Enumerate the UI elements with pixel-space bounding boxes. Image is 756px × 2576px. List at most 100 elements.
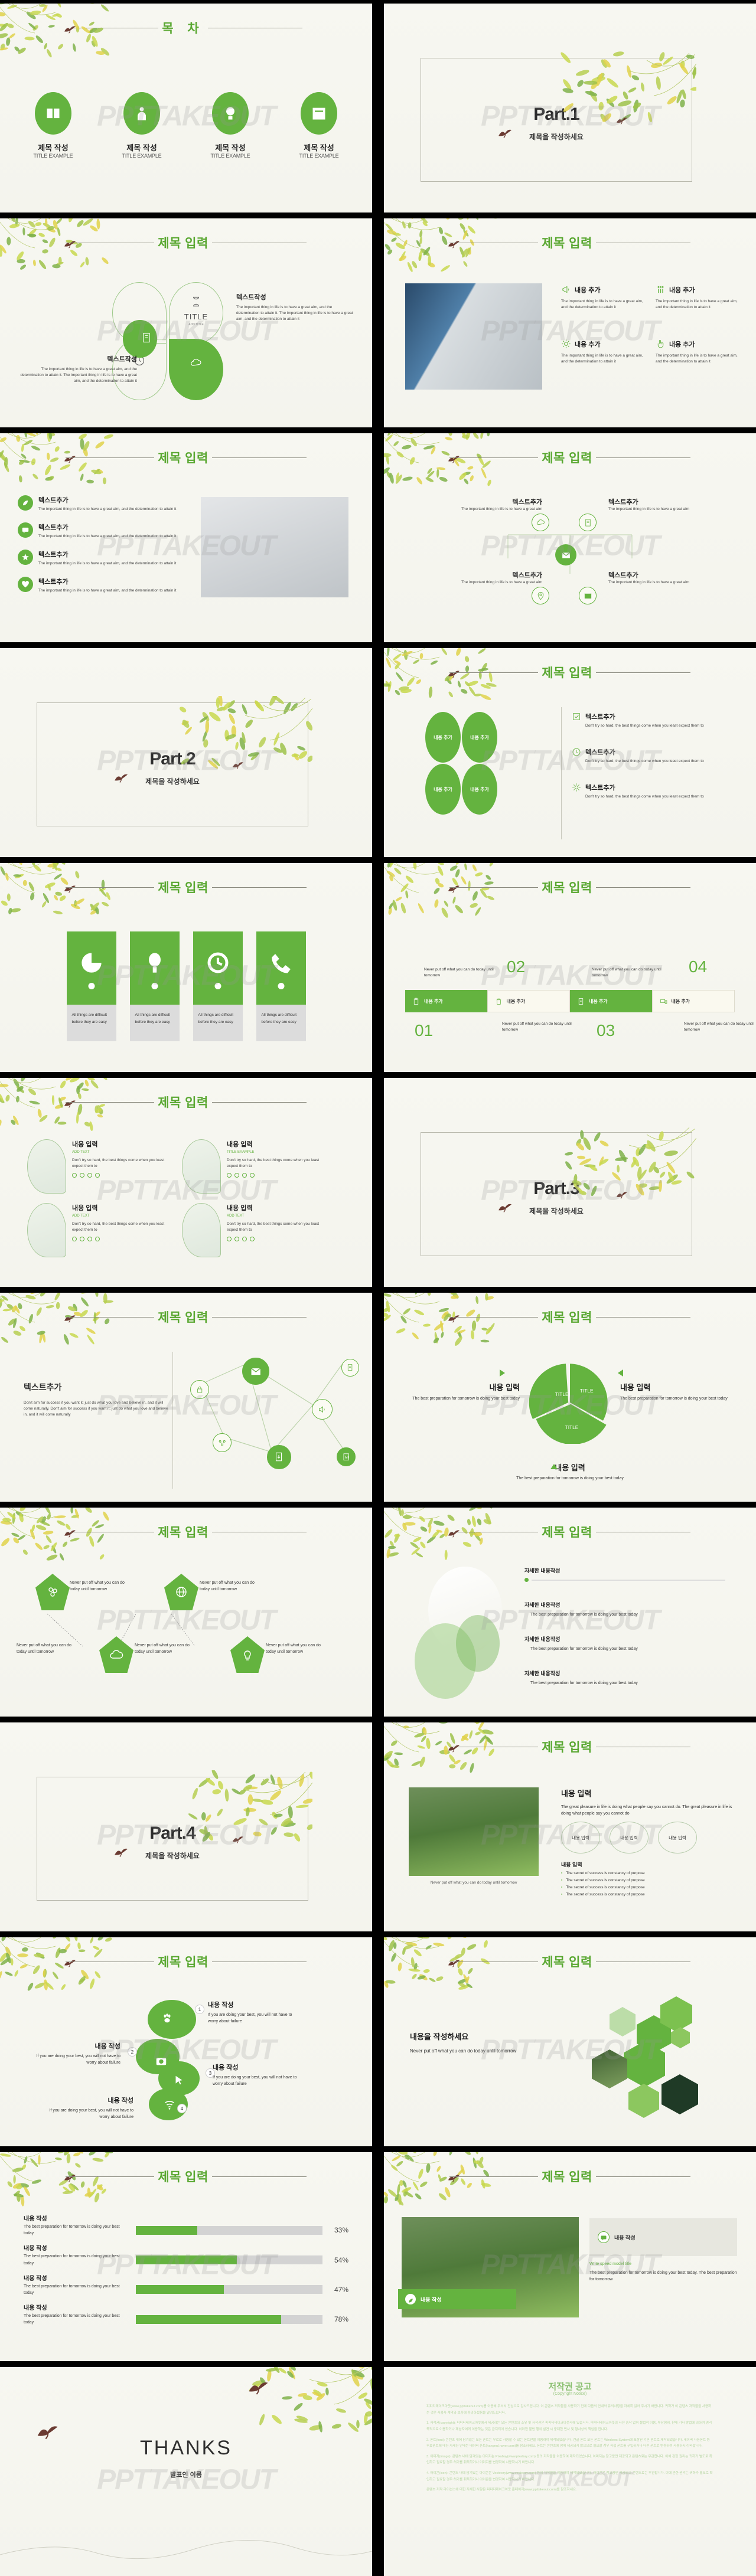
slide-9[interactable]: 제목 입력All things are difficult before the… [0, 863, 372, 1072]
part-number: Part.3 [421, 1179, 692, 1199]
legend-item[interactable]: 텍스트추가Don't try so hard, the best things … [572, 783, 737, 800]
list-item[interactable]: 텍스트추가The important thing in life is to h… [18, 495, 189, 512]
part-frame: Part.4제목을 작성하세요 [37, 1777, 308, 1901]
title-rule-left [449, 457, 538, 458]
mail-icon[interactable] [242, 1358, 269, 1385]
icon-card[interactable]: All things are difficult before they are… [130, 931, 180, 1041]
legend-item[interactable]: 텍스트추가Don't try so hard, the best things … [572, 712, 737, 729]
segment[interactable]: 내용 추가 [487, 990, 571, 1012]
detail-item[interactable]: 자세한 내용작성The best preparation for tomorro… [524, 1601, 725, 1618]
hexagon-cell[interactable] [662, 2074, 698, 2114]
org-item[interactable]: 텍스트추가The important thing in life is to h… [454, 497, 542, 512]
slide-title-bar: 목 차 [0, 19, 372, 37]
icon-card[interactable]: All things are difficult before they are… [193, 931, 243, 1041]
download-icon[interactable] [267, 1445, 291, 1469]
icon-card-body: All things are difficult before they are… [193, 1005, 243, 1041]
slide-14[interactable]: 제목 입력TITLETITLETITLE내용 입력The best prepar… [384, 1293, 756, 1502]
icon-card[interactable]: All things are difficult before they are… [256, 931, 306, 1041]
page-title: 제목 입력 [154, 1523, 212, 1541]
slide-8[interactable]: 제목 입력내용 추가내용 추가내용 추가내용 추가텍스트추가Don't try … [384, 648, 756, 857]
hexagon-cell[interactable] [610, 2007, 636, 2036]
clipboard-person-icon [123, 92, 160, 135]
slide-19[interactable]: 제목 입력1내용 작성If you are doing your best, y… [0, 1937, 372, 2146]
org-item[interactable]: 텍스트추가The important thing in life is to h… [608, 570, 697, 586]
slide-7[interactable]: Part.2제목을 작성하세요PPTTAKEOUT [0, 648, 372, 857]
photo-card[interactable]: 내용 입력ADD TEXTDon't try so hard, the best… [182, 1203, 330, 1257]
slide-4[interactable]: 제목 입력내용 추가The important thing in life is… [384, 218, 756, 427]
slide-18[interactable]: 제목 입력Never put off what you can do today… [384, 1722, 756, 1931]
page-title: 제목 입력 [538, 1738, 596, 1756]
segment[interactable]: 내용 추가 [652, 990, 735, 1012]
photo-card[interactable]: 내용 입력ADD TEXTDon't try so hard, the best… [27, 1203, 175, 1257]
slide-6[interactable]: 제목 입력텍스트추가The important thing in life is… [384, 433, 756, 642]
petal-4[interactable] [169, 339, 223, 400]
slide-23[interactable]: THANKS발표인 이름PPTTAKEOUT [0, 2367, 372, 2576]
feature-item[interactable]: 내용 추가The important thing in life is to h… [561, 285, 650, 310]
slide-13[interactable]: 제목 입력텍스트추가Don't aim for success if you w… [0, 1293, 372, 1502]
org-item[interactable]: 텍스트추가The important thing in life is to h… [454, 570, 542, 586]
detail-item[interactable]: 자세한 내용작성The best preparation for tomorro… [524, 1635, 725, 1652]
feature-item[interactable]: 내용 추가The important thing in life is to h… [656, 285, 744, 310]
list-item[interactable]: 텍스트추가The important thing in life is to h… [18, 577, 189, 594]
slide-22[interactable]: 제목 입력내용 작성내용 작성Write speed model titleTh… [384, 2152, 756, 2361]
circle-node[interactable]: 내용 추가 [425, 712, 461, 763]
org-item[interactable]: 텍스트추가The important thing in life is to h… [608, 497, 697, 512]
slide-5[interactable]: 제목 입력텍스트추가The important thing in life is… [0, 433, 372, 642]
bulb2-icon[interactable] [230, 1636, 265, 1673]
segment[interactable]: 내용 추가 [570, 990, 652, 1012]
list-item[interactable]: 텍스트추가The important thing in life is to h… [18, 522, 189, 540]
slide-11[interactable]: 제목 입력내용 입력ADD TEXTDon't try so hard, the… [0, 1078, 372, 1287]
progress-track[interactable] [532, 1580, 725, 1581]
phonebook-icon [577, 998, 585, 1005]
toc-item-label: 제목 작성 [106, 142, 177, 153]
slide-10[interactable]: 제목 입력내용 추가내용 추가내용 추가내용 추가01Never put off… [384, 863, 756, 1072]
title-rule-right [212, 457, 307, 458]
circle-chip[interactable]: 내용 입력 [610, 1822, 649, 1853]
toc-item[interactable]: 제목 작성TITLE EXAMPLE [284, 92, 354, 159]
toc-item[interactable]: 제목 작성TITLE EXAMPLE [106, 92, 177, 159]
slide-12[interactable]: Part.3제목을 작성하세요PPTTAKEOUT [384, 1078, 756, 1287]
photo-card[interactable]: 내용 입력TITLE EXAMPLEDon't try so hard, the… [182, 1139, 330, 1194]
slide-24[interactable]: 저작권 공고(Copyright Notice)피피티테이크아웃(www.ppt… [384, 2367, 756, 2576]
legend-item[interactable]: 텍스트추가Don't try so hard, the best things … [572, 747, 737, 764]
icon-card[interactable]: All things are difficult before they are… [67, 931, 116, 1041]
doc-icon[interactable] [341, 1359, 359, 1377]
hexagon-cell[interactable] [628, 2084, 659, 2118]
toc-item[interactable]: 제목 작성TITLE EXAMPLE [18, 92, 89, 159]
slide-title-bar: 제목 입력 [0, 2168, 372, 2185]
circle-node[interactable]: 내용 추가 [462, 764, 497, 815]
slide-title-bar: 제목 입력 [384, 449, 756, 466]
feature-item[interactable]: 내용 추가The important thing in life is to h… [656, 339, 744, 365]
circle-chip[interactable]: 내용 입력 [658, 1822, 697, 1853]
list-item-body: The important thing in life is to have a… [38, 588, 176, 594]
circle-node[interactable]: 내용 추가 [462, 712, 497, 763]
feature-item[interactable]: 내용 추가The important thing in life is to h… [561, 339, 650, 365]
slide-20[interactable]: 제목 입력내용을 작성하세요Never put off what you can… [384, 1937, 756, 2146]
detail-item[interactable]: 자세한 내용작성 [524, 1567, 725, 1582]
slide-15[interactable]: 제목 입력Never put off what you can do today… [0, 1508, 372, 1717]
speaker-icon[interactable] [312, 1399, 333, 1420]
circle-chip[interactable]: 내용 입력 [561, 1822, 600, 1853]
segment[interactable]: 내용 추가 [405, 990, 487, 1012]
slide-2[interactable]: Part.1제목을 작성하세요PPTTAKEOUT [384, 4, 756, 213]
tag-bar[interactable]: 내용 작성 [398, 2289, 516, 2309]
hexagon-cell[interactable] [592, 2049, 627, 2088]
watermark: PPTTAKEOUT [97, 2464, 275, 2496]
toc-item[interactable]: 제목 작성TITLE EXAMPLE [195, 92, 266, 159]
slide-title-bar: 제목 입력 [0, 1093, 372, 1111]
slide-17[interactable]: Part.4제목을 작성하세요PPTTAKEOUT [0, 1722, 372, 1931]
dot [87, 1237, 92, 1241]
list-item[interactable]: 텍스트추가The important thing in life is to h… [18, 550, 189, 567]
petal-2[interactable]: TITLEADD TITLE [169, 282, 223, 344]
detail-item[interactable]: 자세한 내용작성The best preparation for tomorro… [524, 1669, 725, 1686]
slide-1[interactable]: 목 차제목 작성TITLE EXAMPLE제목 작성TITLE EXAMPLE제… [0, 4, 372, 213]
list-item-body: The important thing in life is to have a… [38, 506, 176, 512]
photo-card[interactable]: 내용 입력ADD TEXTDon't try so hard, the best… [27, 1139, 175, 1194]
slide-3[interactable]: 제목 입력TITLEADD TITLE텍스트작성The important th… [0, 218, 372, 427]
slide-21[interactable]: 제목 입력내용 작성The best preparation for tomor… [0, 2152, 372, 2361]
hex-text: 내용을 작성하세요Never put off what you can do t… [410, 2031, 575, 2055]
circle-node[interactable]: 내용 추가 [425, 764, 461, 815]
note-card[interactable]: 내용 작성 [589, 2218, 737, 2256]
svg-text:TITLE: TITLE [580, 1388, 594, 1394]
slide-16[interactable]: 제목 입력자세한 내용작성자세한 내용작성The best preparatio… [384, 1508, 756, 1717]
